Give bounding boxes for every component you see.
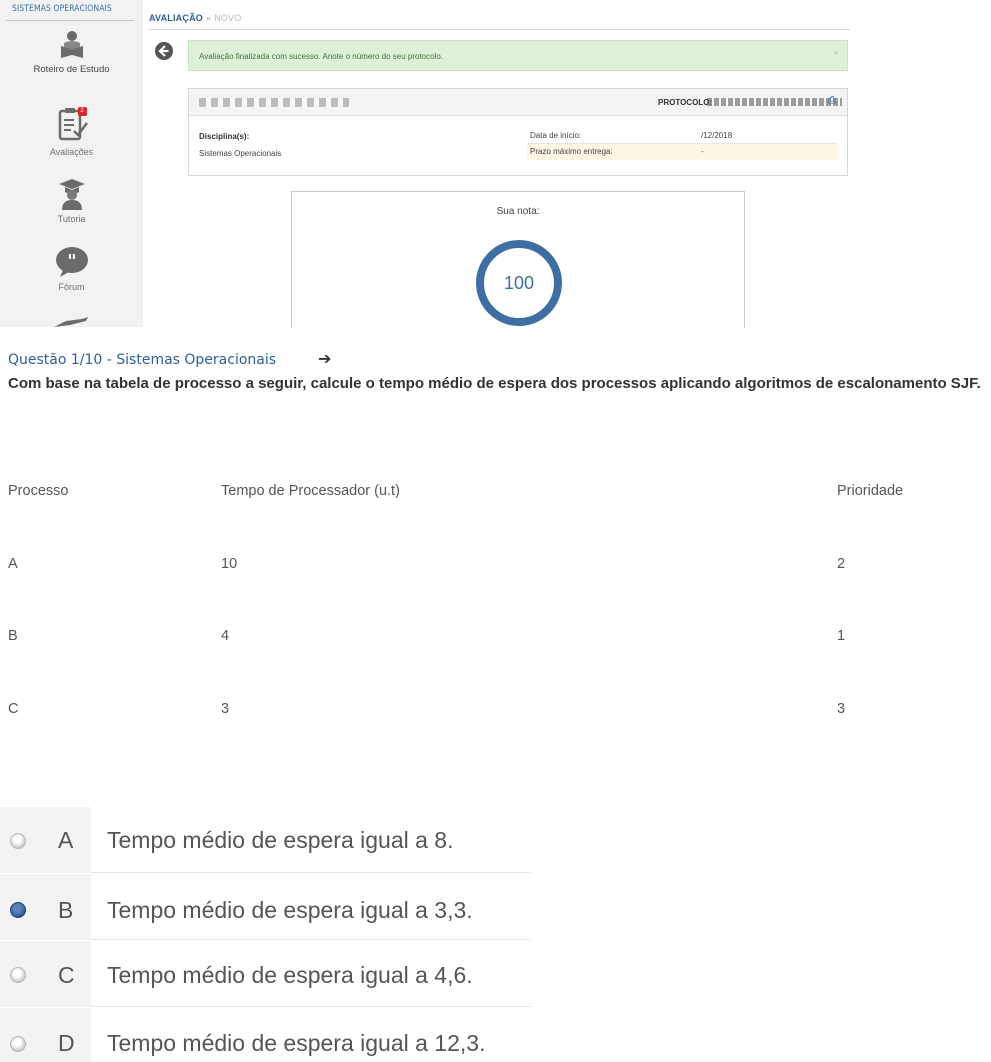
option-letter: A	[58, 827, 74, 853]
table-header: Tempo de Processador (u.t)	[221, 483, 400, 499]
radio-button[interactable]	[10, 833, 26, 849]
discipline-label: Disciplina(s):	[199, 132, 250, 141]
breadcrumb-separator: »	[205, 13, 212, 23]
option-text: Tempo médio de espera igual a 3,3.	[107, 897, 473, 923]
sidebar-item-tutoria[interactable]: Tutoria	[0, 178, 143, 224]
question-text: Com base na tabela de processo a seguir,…	[8, 375, 981, 392]
option-text: Tempo médio de espera igual a 12,3.	[107, 1030, 486, 1056]
table-cell: B	[8, 628, 18, 644]
graduate-icon	[58, 179, 85, 210]
breadcrumb: AVALIAÇÃO» NOVO	[149, 13, 242, 23]
deadline-label: Prazo máximo entrega:	[530, 147, 613, 156]
print-icon[interactable]: ⎙	[828, 95, 836, 106]
sidebar: SISTEMAS OPERACIONAIS Roteiro de Estudo …	[0, 0, 143, 327]
option-divider	[91, 1006, 531, 1007]
evaluation-card: PROTOCOLO: ⎙ Disciplina(s): Sistemas Ope…	[188, 88, 848, 176]
discipline-value: Sistemas Operacionais	[199, 149, 282, 158]
table-cell: 2	[837, 556, 846, 572]
breadcrumb-divider	[149, 29, 850, 30]
sidebar-item-forum[interactable]: " Fórum	[0, 246, 143, 292]
radio-button-selected[interactable]	[10, 902, 26, 918]
radio-button[interactable]	[10, 967, 26, 983]
table-cell: 4	[221, 628, 230, 644]
svg-text:": "	[67, 251, 76, 272]
deadline-value: -	[701, 147, 704, 156]
option-divider	[91, 872, 531, 873]
sidebar-item-avaliacoes[interactable]: 2 Avaliações	[0, 107, 143, 157]
table-cell: 3	[837, 701, 846, 717]
table-cell: C	[8, 701, 19, 717]
grade-ring: 100	[476, 240, 562, 326]
deadline-row: Prazo máximo entrega: -	[527, 144, 837, 160]
table-cell: 10	[221, 556, 238, 572]
back-button[interactable]	[155, 42, 173, 60]
sidebar-item-label: Roteiro de Estudo	[33, 64, 110, 75]
table-cell: A	[8, 556, 18, 572]
speech-bubble-icon: "	[55, 247, 88, 277]
start-date-value: /12/2018	[701, 131, 733, 140]
notification-badge: 2	[77, 107, 87, 116]
grade-title: Sua nota:	[496, 206, 540, 217]
answer-option-c[interactable]: C Tempo médio de espera igual a 4,6.	[0, 941, 531, 1007]
answer-option-d[interactable]: D Tempo médio de espera igual a 12,3.	[0, 1008, 531, 1062]
sidebar-divider	[6, 20, 134, 21]
table-cell: 1	[837, 628, 846, 644]
grade-panel: Sua nota: 100	[291, 191, 745, 328]
answer-option-a[interactable]: A Tempo médio de espera igual a 8.	[0, 807, 531, 873]
table-cell: 3	[221, 701, 230, 717]
option-letter: D	[58, 1030, 75, 1056]
start-date-row: Data de início: /12/2018	[527, 128, 837, 144]
sidebar-item-roteiro[interactable]: Roteiro de Estudo	[0, 30, 143, 75]
sidebar-item-label: Fórum	[58, 282, 85, 292]
radio-button[interactable]	[10, 1036, 26, 1052]
arrow-left-icon	[158, 45, 169, 57]
breadcrumb-section[interactable]: AVALIAÇÃO	[149, 13, 203, 23]
table-header: Processo	[8, 483, 69, 499]
option-letter: B	[58, 897, 74, 923]
alert-message: Avaliação finalizada com sucesso. Anote …	[199, 52, 443, 61]
option-divider	[91, 939, 531, 940]
answer-option-b[interactable]: B Tempo médio de espera igual a 3,3.	[0, 874, 531, 940]
books-icon	[54, 317, 88, 327]
grade-value: 100	[504, 273, 534, 293]
radio-cell	[0, 1008, 91, 1062]
arrow-right-icon[interactable]: ➔	[318, 349, 331, 369]
success-alert: Avaliação finalizada com sucesso. Anote …	[188, 40, 848, 71]
table-header: Prioridade	[837, 483, 904, 499]
protocol-label: PROTOCOLO:	[658, 98, 713, 107]
breadcrumb-current: NOVO	[214, 13, 242, 23]
option-text: Tempo médio de espera igual a 8.	[107, 827, 454, 853]
close-icon[interactable]: ×	[833, 48, 839, 59]
start-date-label: Data de início:	[530, 131, 582, 140]
redacted-protocol	[707, 98, 842, 106]
sidebar-section-title: SISTEMAS OPERACIONAIS	[12, 4, 112, 14]
reader-icon	[60, 31, 83, 58]
option-text: Tempo médio de espera igual a 4,6.	[107, 962, 473, 988]
sidebar-item-label: Avaliações	[49, 147, 94, 157]
card-header: PROTOCOLO: ⎙	[189, 89, 847, 116]
redacted-text	[199, 98, 349, 107]
question-title: Questão 1/10 - Sistemas Operacionais	[8, 352, 277, 368]
sidebar-item-label: Tutoria	[57, 214, 86, 224]
option-letter: C	[58, 962, 75, 988]
